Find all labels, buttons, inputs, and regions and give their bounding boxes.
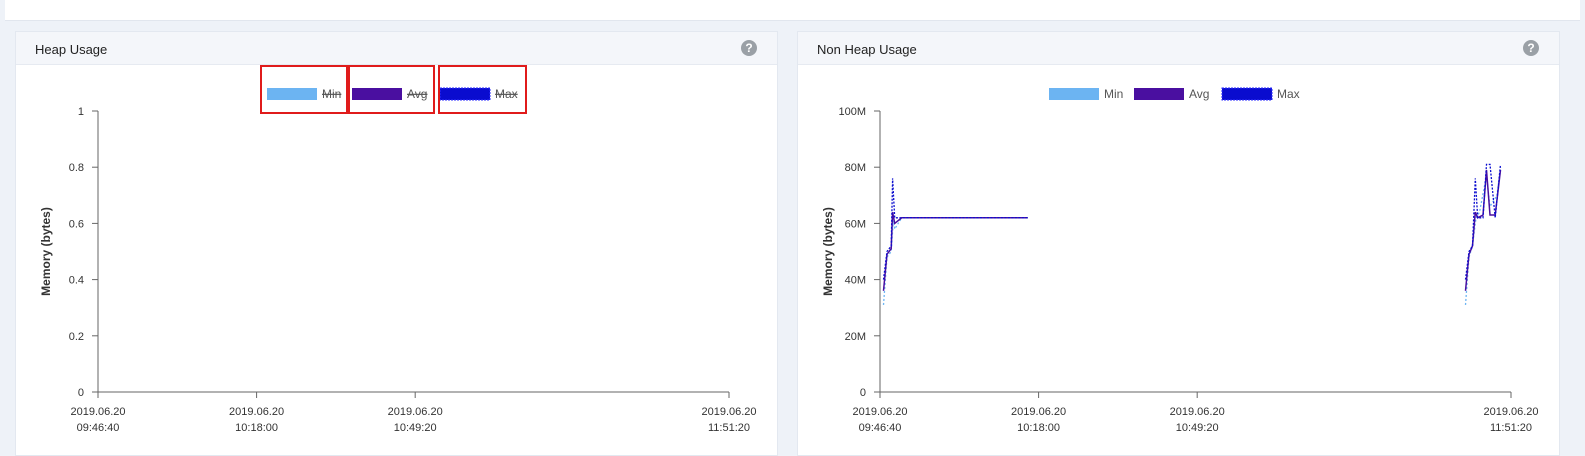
y-tick-label: 20M bbox=[845, 331, 866, 343]
x-tick-time: 09:46:40 bbox=[859, 422, 902, 434]
y-tick-label: 0.4 bbox=[69, 275, 84, 287]
x-tick-time: 10:49:20 bbox=[1176, 422, 1219, 434]
non-heap-usage-panel: Non Heap Usage ? 0 20M 40M 60M 80M 100M 2019.0… bbox=[797, 31, 1560, 456]
panel-title: Heap Usage bbox=[35, 42, 108, 57]
y-axis-title: Memory (bytes) bbox=[821, 207, 835, 296]
top-bar bbox=[5, 0, 1580, 21]
y-tick-label: 0 bbox=[860, 387, 866, 399]
series-line-max bbox=[882, 163, 1502, 280]
panel-header: Heap Usage ? bbox=[16, 32, 777, 65]
y-tick-label: 40M bbox=[845, 275, 866, 287]
x-tick-date: 2019.06.20 bbox=[388, 406, 443, 418]
x-tick-date: 2019.06.20 bbox=[1483, 406, 1538, 418]
series-line-avg bbox=[882, 169, 1502, 291]
legend-label-max[interactable]: Max bbox=[495, 87, 518, 101]
legend-swatch-avg[interactable] bbox=[352, 88, 402, 100]
y-axis-title: Memory (bytes) bbox=[39, 207, 53, 296]
x-tick-time: 10:49:20 bbox=[394, 422, 437, 434]
heap-usage-panel: Heap Usage ? 0 0.2 0.4 0.6 0.8 1 2019.06.20 09:… bbox=[15, 31, 778, 456]
legend-swatch-min[interactable] bbox=[267, 88, 317, 100]
panel-header: Non Heap Usage ? bbox=[798, 32, 1559, 65]
legend-label-min[interactable]: Min bbox=[1104, 87, 1123, 101]
y-tick-label: 0 bbox=[78, 387, 84, 399]
x-tick-date: 2019.06.20 bbox=[70, 406, 125, 418]
y-tick-label: 0.8 bbox=[69, 162, 84, 174]
x-tick-date: 2019.06.20 bbox=[1170, 406, 1225, 418]
x-tick-time: 11:51:20 bbox=[708, 422, 750, 434]
x-tick-date: 2019.06.20 bbox=[852, 406, 907, 418]
legend-swatch-min[interactable] bbox=[1049, 88, 1099, 100]
question-icon[interactable]: ? bbox=[741, 40, 757, 56]
y-tick-label: 0.2 bbox=[69, 331, 84, 343]
y-tick-label: 80M bbox=[845, 162, 866, 174]
x-tick-date: 2019.06.20 bbox=[701, 406, 756, 418]
x-tick-time: 11:51:20 bbox=[1490, 422, 1532, 434]
legend-label-avg[interactable]: Avg bbox=[1189, 87, 1209, 101]
x-tick-time: 10:18:00 bbox=[235, 422, 278, 434]
legend-label-max[interactable]: Max bbox=[1277, 87, 1300, 101]
legend-label-min[interactable]: Min bbox=[322, 87, 341, 101]
x-tick-time: 10:18:00 bbox=[1017, 422, 1060, 434]
y-tick-label: 100M bbox=[838, 106, 866, 118]
legend-swatch-max[interactable] bbox=[439, 87, 491, 101]
series-line-min bbox=[882, 167, 1502, 305]
non-heap-usage-chart: 0 20M 40M 60M 80M 100M 2019.06.20 09:46:40 2019.… bbox=[821, 87, 1539, 434]
legend-swatch-avg[interactable] bbox=[1134, 88, 1184, 100]
y-tick-label: 1 bbox=[78, 106, 84, 118]
heap-usage-chart: 0 0.2 0.4 0.6 0.8 1 2019.06.20 09:46:40 2019.06.… bbox=[39, 65, 757, 434]
x-tick-date: 2019.06.20 bbox=[229, 406, 284, 418]
y-tick-label: 60M bbox=[845, 218, 866, 230]
x-tick-time: 09:46:40 bbox=[77, 422, 120, 434]
question-icon[interactable]: ? bbox=[1523, 40, 1539, 56]
y-tick-label: 0.6 bbox=[69, 218, 84, 230]
legend-label-avg[interactable]: Avg bbox=[407, 87, 427, 101]
legend-swatch-max[interactable] bbox=[1221, 87, 1273, 101]
panel-title: Non Heap Usage bbox=[817, 42, 917, 57]
x-tick-date: 2019.06.20 bbox=[1011, 406, 1066, 418]
